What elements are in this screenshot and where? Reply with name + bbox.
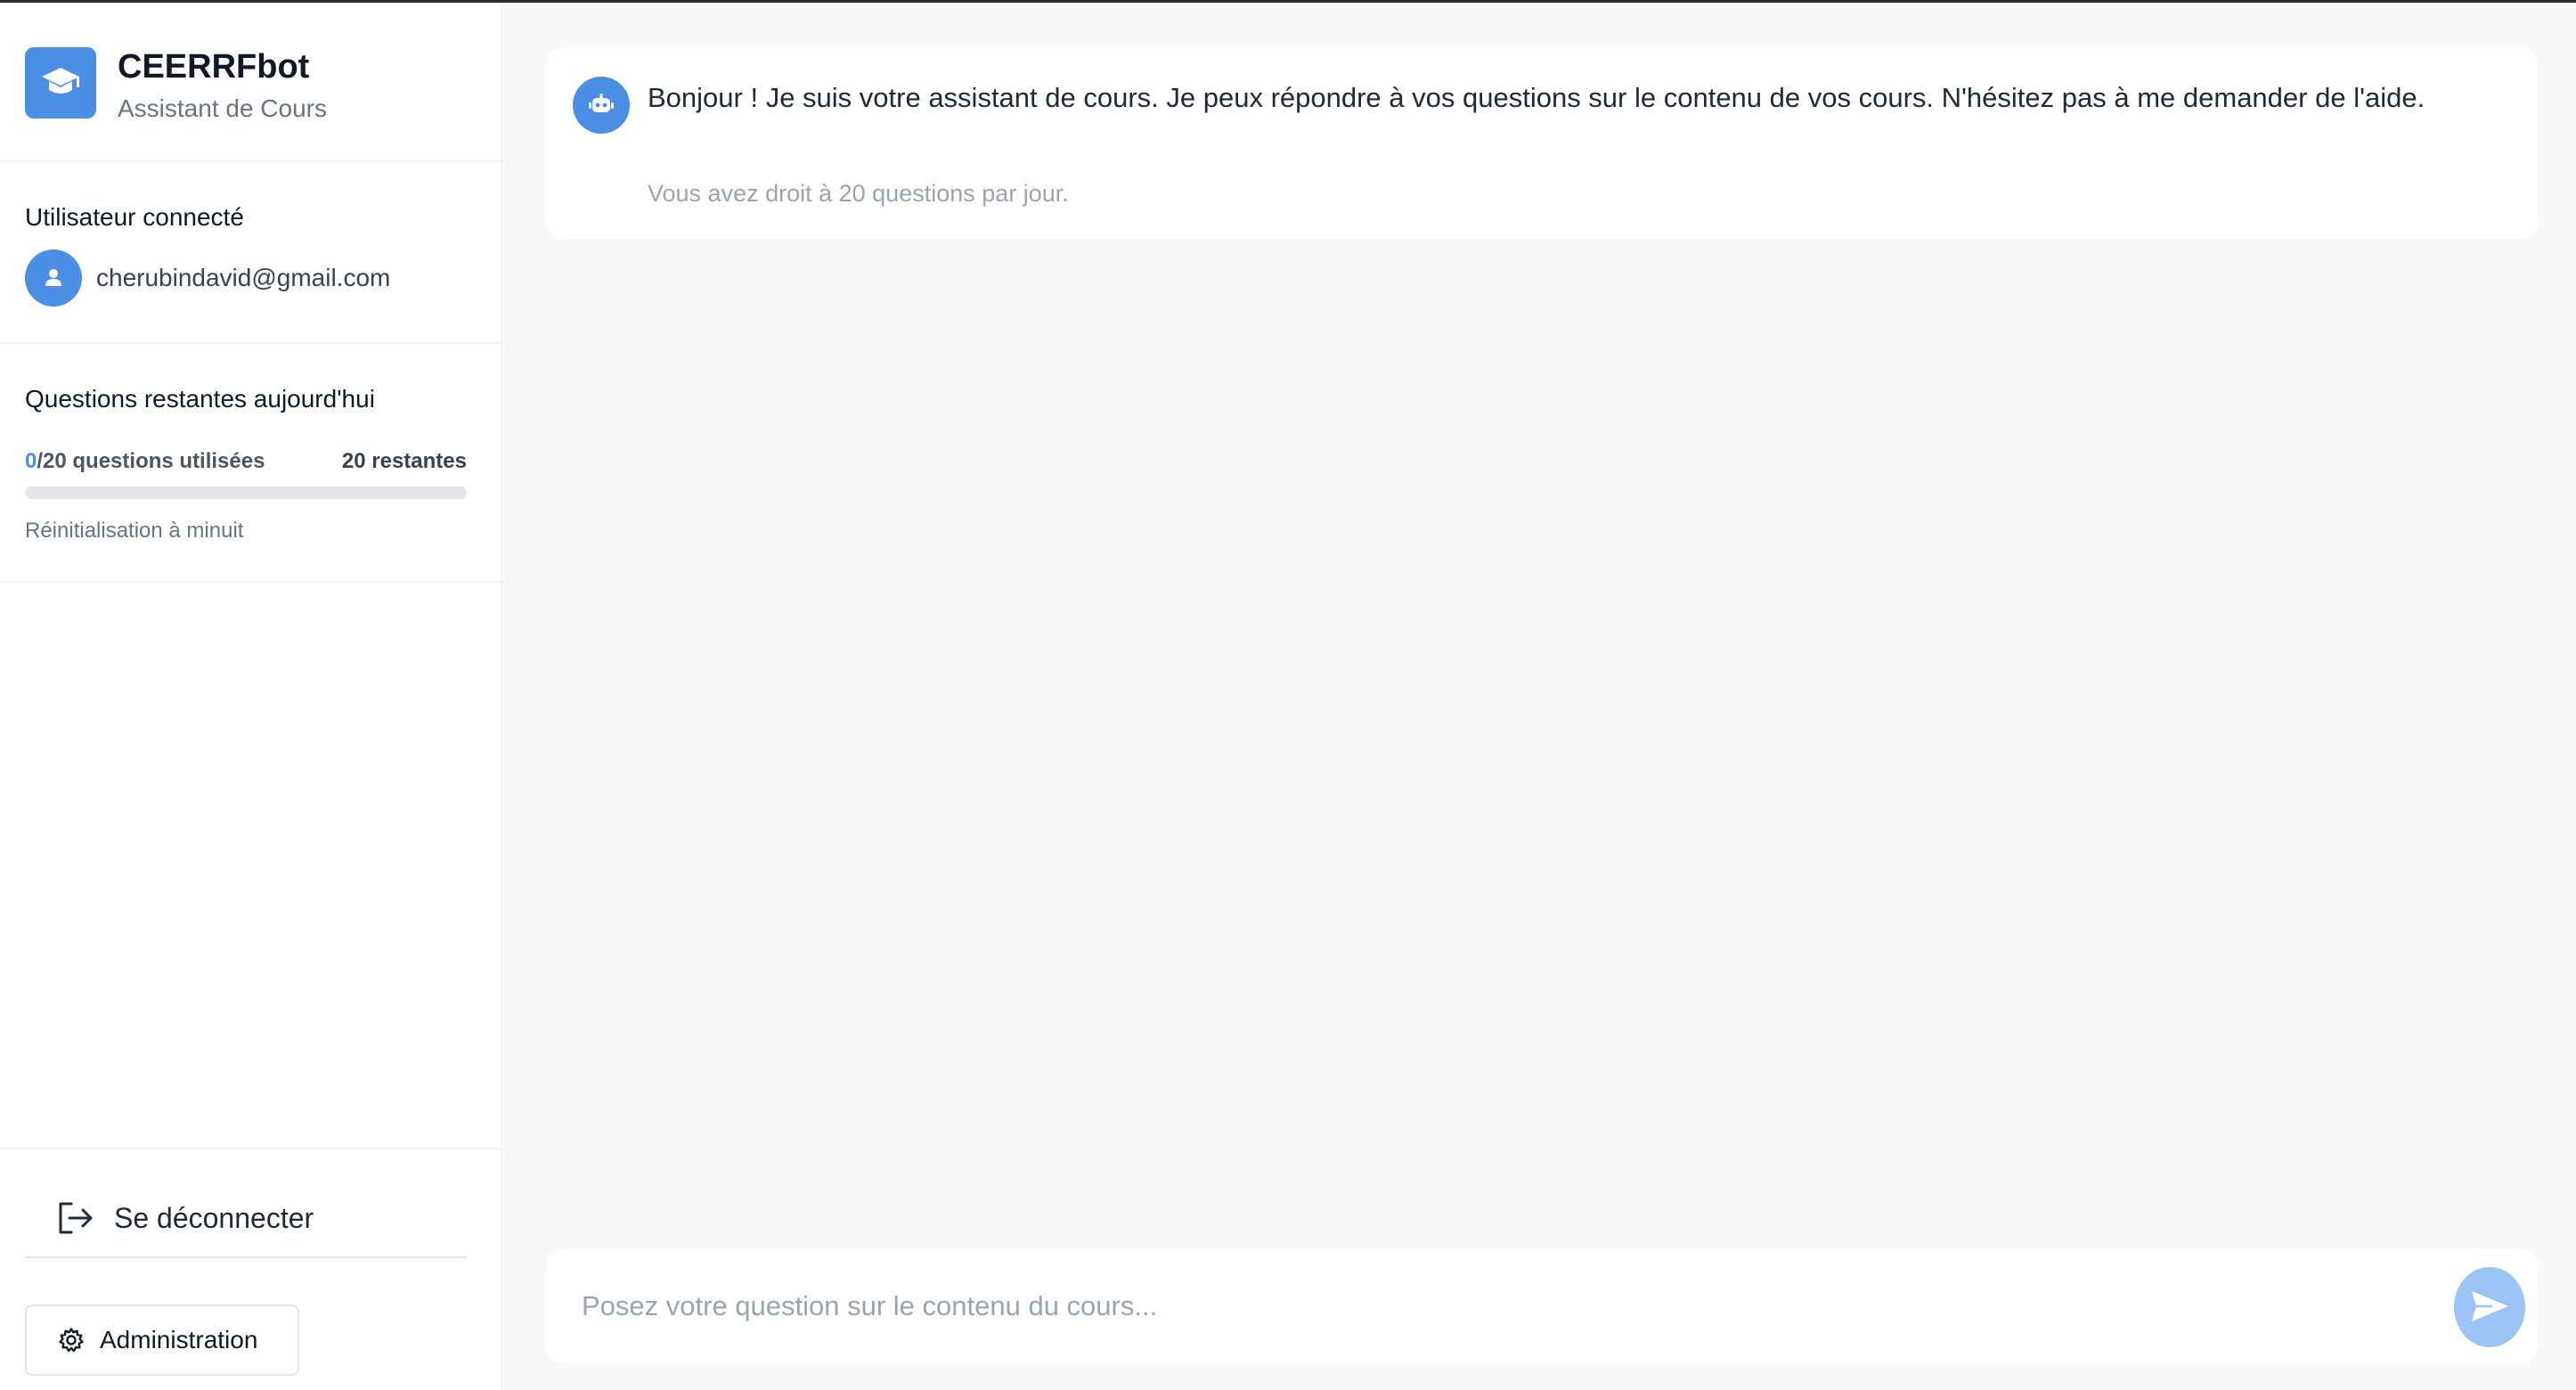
bot-message: Bonjour ! Je suis votre assistant de cou… bbox=[546, 48, 2538, 239]
app-subtitle: Assistant de Cours bbox=[118, 94, 327, 122]
chat-area: Bonjour ! Je suis votre assistant de cou… bbox=[503, 5, 2576, 1390]
quota-used-count: 0 bbox=[25, 449, 37, 473]
user-icon bbox=[25, 249, 82, 307]
send-button[interactable] bbox=[2454, 1267, 2525, 1347]
logout-label: Se déconnecter bbox=[114, 1201, 314, 1234]
quota-progress-bar bbox=[25, 487, 467, 499]
chat-input-bar bbox=[546, 1249, 2538, 1363]
bot-message-note: Vous avez droit à 20 questions par jour. bbox=[648, 180, 1069, 207]
administration-button[interactable]: Administration bbox=[25, 1304, 299, 1376]
bot-message-text: Bonjour ! Je suis votre assistant de cou… bbox=[648, 82, 2425, 113]
quota-section: Questions restantes aujourd'hui 0/20 que… bbox=[0, 346, 502, 583]
user-email: cherubindavid@gmail.com bbox=[96, 264, 391, 291]
quota-reset-text: Réinitialisation à minuit bbox=[25, 519, 244, 543]
user-section-title: Utilisateur connecté bbox=[25, 203, 244, 231]
send-icon bbox=[2469, 1288, 2510, 1327]
quota-used: 0/20 questions utilisées bbox=[25, 449, 265, 474]
quota-used-suffix: /20 questions utilisées bbox=[37, 449, 265, 473]
quota-remaining: 20 restantes bbox=[341, 449, 467, 473]
robot-icon bbox=[573, 77, 630, 134]
question-input[interactable] bbox=[582, 1276, 2363, 1337]
app-title: CEERRFbot bbox=[118, 48, 310, 86]
brand-header: CEERRFbot Assistant de Cours bbox=[0, 5, 502, 162]
graduation-cap-icon bbox=[25, 47, 96, 119]
logout-icon bbox=[55, 1198, 94, 1238]
sidebar: CEERRFbot Assistant de Cours Utilisateur… bbox=[0, 5, 502, 1390]
sidebar-actions: Se déconnecter Administration bbox=[0, 1148, 502, 1390]
gear-icon bbox=[57, 1326, 86, 1354]
administration-label: Administration bbox=[100, 1326, 258, 1353]
user-section: Utilisateur connecté cherubindavid@gmail… bbox=[0, 164, 502, 344]
quota-section-title: Questions restantes aujourd'hui bbox=[25, 385, 375, 413]
logout-button[interactable]: Se déconnecter bbox=[25, 1180, 467, 1258]
